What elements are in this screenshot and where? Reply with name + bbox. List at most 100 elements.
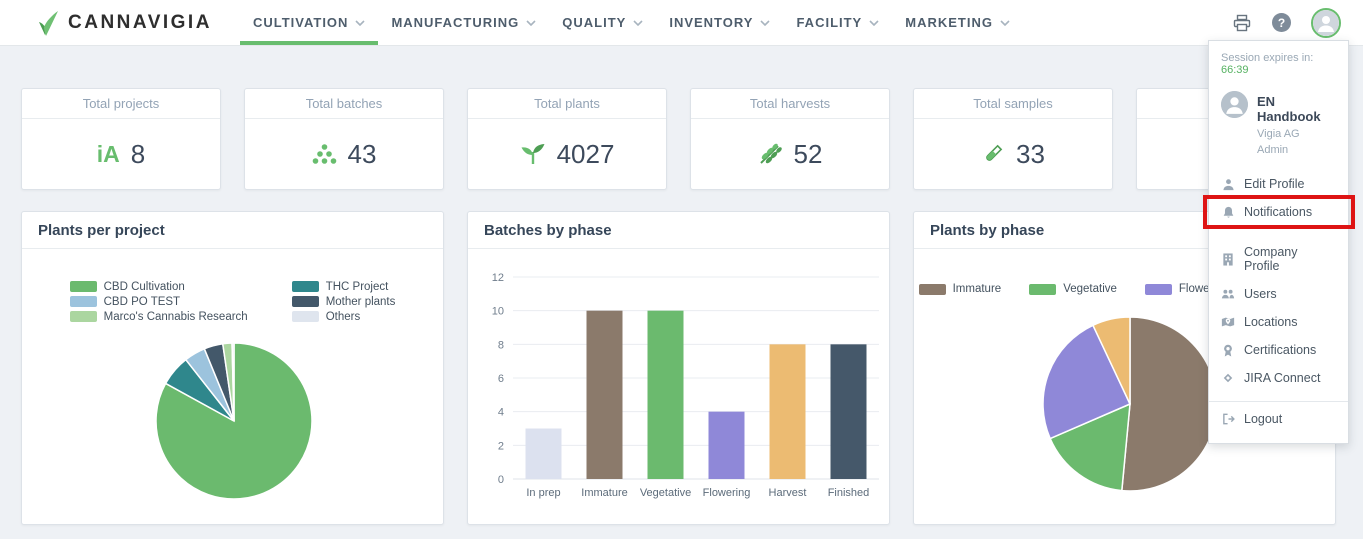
person-icon — [1221, 178, 1235, 191]
menu-item-label: JIRA Connect — [1244, 371, 1320, 385]
y-axis-tick-label: 0 — [498, 474, 504, 486]
nav-item-facility[interactable]: FACILITY — [783, 0, 892, 45]
menu-item-certifications[interactable]: Certifications — [1209, 336, 1348, 364]
leaf-logo-icon — [34, 9, 60, 37]
building-icon — [1221, 253, 1235, 266]
bar-harvest — [770, 344, 806, 479]
profile-name: EN Handbook — [1257, 91, 1336, 124]
menu-item-notifications[interactable]: Notifications — [1209, 198, 1348, 226]
bell-icon — [1221, 206, 1235, 219]
x-axis-category-label: Flowering — [703, 487, 751, 499]
profile-company: Vigia AG — [1257, 128, 1336, 140]
y-axis-tick-label: 2 — [498, 440, 504, 452]
profile-role: Admin — [1257, 144, 1336, 156]
nav-label: QUALITY — [562, 15, 626, 30]
x-axis-category-label: Harvest — [769, 487, 807, 499]
harvest-icon — [758, 142, 783, 166]
menu-item-locations[interactable]: Locations — [1209, 308, 1348, 336]
bar-flowering — [709, 412, 745, 479]
chevron-down-icon — [526, 20, 536, 26]
bar-finished — [831, 344, 867, 479]
jira-diamond-icon — [1221, 372, 1235, 384]
menu-item-label: Locations — [1244, 315, 1298, 329]
chevron-down-icon — [869, 20, 879, 26]
charts-row: Plants per project CBD CultivationCBD PO… — [21, 211, 1336, 525]
menu-item-edit-profile[interactable]: Edit Profile — [1209, 170, 1348, 198]
nav-label: MANUFACTURING — [391, 15, 519, 30]
y-axis-tick-label: 10 — [492, 306, 504, 318]
y-axis-tick-label: 6 — [498, 373, 504, 385]
stat-value: 8 — [131, 139, 145, 170]
profile-dropdown-menu: Session expires in: 66:39 EN Handbook Vi… — [1208, 40, 1349, 444]
y-axis-tick-label: 8 — [498, 339, 504, 351]
batches-icon — [312, 143, 337, 166]
chevron-down-icon — [633, 20, 643, 26]
nav-label: FACILITY — [796, 15, 862, 30]
stat-value: 33 — [1016, 139, 1045, 170]
stats-row: Total projects iA 8 Total batches 43 Tot… — [21, 88, 1336, 190]
stat-card-total-samples: Total samples 33 — [913, 88, 1113, 190]
bar-in-prep — [526, 429, 562, 480]
logout-icon — [1221, 413, 1235, 425]
stat-card-total-harvests: Total harvests 52 — [690, 88, 890, 190]
nav-item-quality[interactable]: QUALITY — [549, 0, 656, 45]
session-label: Session expires in: — [1221, 52, 1313, 64]
chart-card-plants-per-project: Plants per project CBD CultivationCBD PO… — [21, 211, 444, 525]
menu-item-label: Certifications — [1244, 343, 1316, 357]
session-time: 66:39 — [1221, 64, 1249, 76]
printer-icon[interactable] — [1232, 13, 1252, 33]
dropdown-menu-list: Edit Profile Notifications Company Profi… — [1209, 170, 1348, 433]
navbar-actions: ? — [1232, 0, 1341, 45]
chart-card-batches-by-phase: Batches by phase 024681012In prepImmatur… — [467, 211, 890, 525]
menu-item-users[interactable]: Users — [1209, 280, 1348, 308]
x-axis-category-label: In prep — [526, 487, 560, 499]
stat-title: Total harvests — [691, 89, 889, 119]
nav-item-manufacturing[interactable]: MANUFACTURING — [378, 0, 549, 45]
chevron-down-icon — [760, 20, 770, 26]
stat-card-total-batches: Total batches 43 — [244, 88, 444, 190]
menu-item-label: Edit Profile — [1244, 177, 1304, 191]
projects-icon: iA — [97, 141, 120, 168]
menu-item-label: Company Profile — [1244, 245, 1336, 273]
nav-item-inventory[interactable]: INVENTORY — [656, 0, 783, 45]
nav-label: MARKETING — [905, 15, 993, 30]
x-axis-category-label: Finished — [828, 487, 870, 499]
stat-value: 43 — [348, 139, 377, 170]
menu-item-label: Notifications — [1244, 205, 1312, 219]
menu-item-logout[interactable]: Logout — [1209, 405, 1348, 433]
brand-logo[interactable]: CANNAVIGIA — [34, 0, 212, 45]
pie-slice-immature — [1122, 317, 1217, 491]
stat-card-total-projects: Total projects iA 8 — [21, 88, 221, 190]
menu-item-label: Users — [1244, 287, 1277, 301]
chevron-down-icon — [1000, 20, 1010, 26]
stat-value: 52 — [794, 139, 823, 170]
bar-immature — [587, 311, 623, 479]
stat-value: 4027 — [557, 139, 615, 170]
menu-divider — [1209, 401, 1348, 402]
chart-title: Batches by phase — [468, 212, 889, 249]
pie-chart-svg — [22, 249, 443, 524]
bar-chart-svg: 024681012In prepImmatureVegetativeFlower… — [468, 249, 889, 524]
users-group-icon — [1221, 288, 1235, 300]
person-icon — [1313, 10, 1339, 36]
stat-card-total-plants: Total plants 4027 — [467, 88, 667, 190]
plant-icon — [520, 142, 546, 166]
nav-item-marketing[interactable]: MARKETING — [892, 0, 1023, 45]
user-avatar[interactable] — [1311, 8, 1341, 38]
top-navbar: CANNAVIGIA CULTIVATION MANUFACTURING QUA… — [0, 0, 1363, 46]
main-nav: CULTIVATION MANUFACTURING QUALITY INVENT… — [240, 0, 1023, 45]
menu-item-jira-connect[interactable]: JIRA Connect — [1209, 364, 1348, 392]
nav-label: CULTIVATION — [253, 15, 349, 30]
chart-title: Plants per project — [22, 212, 443, 249]
brand-name: CANNAVIGIA — [68, 12, 212, 34]
stat-title: Total batches — [245, 89, 443, 119]
nav-item-cultivation[interactable]: CULTIVATION — [240, 0, 379, 45]
profile-avatar-icon — [1221, 91, 1248, 118]
session-expiry: Session expires in: 66:39 — [1209, 47, 1348, 85]
x-axis-category-label: Vegetative — [640, 487, 691, 499]
menu-item-company-profile[interactable]: Company Profile — [1209, 238, 1348, 280]
help-icon[interactable]: ? — [1272, 13, 1291, 32]
map-icon — [1221, 316, 1235, 328]
menu-item-label: Logout — [1244, 412, 1282, 426]
x-axis-category-label: Immature — [581, 487, 627, 499]
